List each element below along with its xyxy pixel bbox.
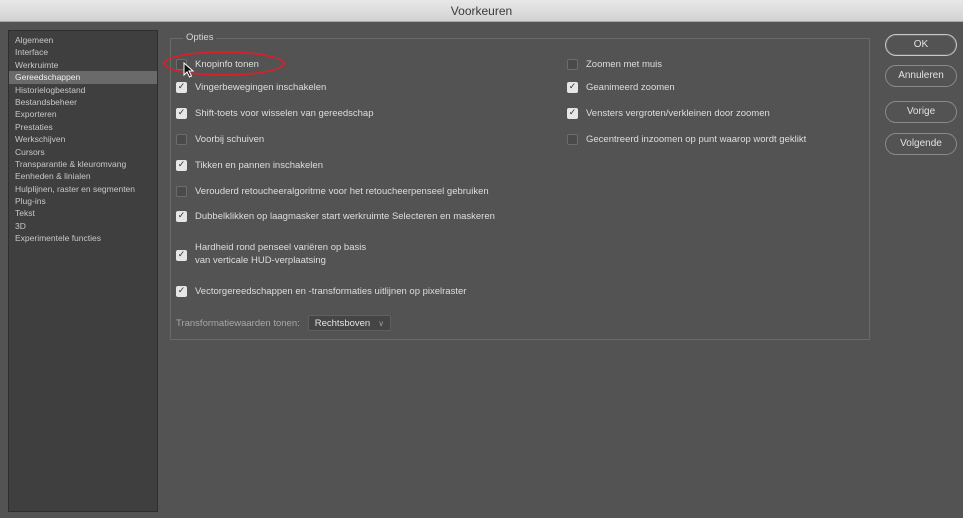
sidebar-item-3d[interactable]: 3D [9,220,157,232]
highlight-ellipse [163,51,285,76]
sidebar-item-interface[interactable]: Interface [9,46,157,58]
chevron-down-icon: ∨ [378,318,385,328]
transform-values-selected: Rechtsboven [314,317,371,329]
sidebar-item-eenheden[interactable]: Eenheden & linialen [9,170,157,182]
checkbox[interactable] [176,133,187,145]
option-tikken-pannen[interactable]: Tikken en pannen inschakelen [176,157,323,173]
option-vensters-vergroten[interactable]: Vensters vergroten/verkleinen door zoome… [567,105,770,121]
checkbox[interactable] [567,81,578,93]
ok-button[interactable]: OK [885,34,957,56]
sidebar-item-gereedschappen[interactable]: Gereedschappen [9,71,157,84]
option-vectorgereedschappen[interactable]: Vectorgereedschappen en -transformaties … [176,283,466,299]
option-voorbij-schuiven[interactable]: Voorbij schuiven [176,131,264,147]
option-label: Vectorgereedschappen en -transformaties … [195,285,467,297]
transform-values-row: Transformatiewaarden tonen: Rechtsboven … [176,315,392,331]
option-shift-toets[interactable]: Shift-toets voor wisselen van gereedscha… [176,105,374,121]
cancel-button[interactable]: Annuleren [885,65,957,87]
transform-values-select[interactable]: Rechtsboven ∨ [307,315,392,331]
sidebar-item-algemeen[interactable]: Algemeen [9,34,157,46]
checkbox[interactable] [176,210,187,222]
checkbox[interactable] [567,58,578,70]
option-zoomen-met-muis[interactable]: Zoomen met muis [567,56,662,72]
option-label-line-2: van verticale HUD-verplaatsing [195,254,326,266]
sidebar-item-plug-ins[interactable]: Plug-ins [9,195,157,207]
checkbox[interactable] [176,285,187,297]
sidebar-item-hulplijnen[interactable]: Hulplijnen, raster en segmenten [9,183,157,195]
option-dubbelklikken-laagmasker[interactable]: Dubbelklikken op laagmasker start werkru… [176,208,495,224]
option-hardheid-penseel[interactable]: Hardheid rond penseel variëren op basis … [176,242,366,272]
option-label: Shift-toets voor wisselen van gereedscha… [195,107,374,119]
option-vingerbewegingen[interactable]: Vingerbewegingen inschakelen [176,79,326,95]
checkbox[interactable] [567,107,578,119]
sidebar-item-werkruimte[interactable]: Werkruimte [9,59,157,71]
option-geanimeerd-zoomen[interactable]: Geanimeerd zoomen [567,79,675,95]
sidebar-item-historielogbestand[interactable]: Historielogbestand [9,84,157,96]
sidebar-item-cursors[interactable]: Cursors [9,146,157,158]
option-label: Vingerbewegingen inschakelen [195,81,327,93]
mouse-pointer-icon [183,62,195,78]
option-label: Zoomen met muis [586,58,663,70]
next-button[interactable]: Volgende [885,133,957,155]
transform-values-label: Transformatiewaarden tonen: [176,317,300,329]
option-label: Gecentreerd inzoomen op punt waarop word… [586,133,807,145]
option-label: Tikken en pannen inschakelen [195,159,323,171]
sidebar-item-transparantie[interactable]: Transparantie & kleuromvang [9,158,157,170]
option-label: Verouderd retoucheeralgoritme voor het r… [195,185,489,197]
option-label-line-1: Hardheid rond penseel variëren op basis [195,242,367,253]
option-label: Geanimeerd zoomen [586,81,675,93]
option-verouderd-retoucheeralgoritme[interactable]: Verouderd retoucheeralgoritme voor het r… [176,183,489,199]
checkbox[interactable] [176,185,187,197]
sidebar-item-werkschijven[interactable]: Werkschijven [9,133,157,145]
checkbox[interactable] [176,250,187,261]
sidebar-item-experimentele-functies[interactable]: Experimentele functies [9,232,157,244]
option-label: Voorbij schuiven [195,133,265,145]
sidebar: Algemeen Interface Werkruimte Gereedscha… [8,30,158,512]
option-label: Dubbelklikken op laagmasker start werkru… [195,210,495,222]
sidebar-item-prestaties[interactable]: Prestaties [9,121,157,133]
checkbox[interactable] [176,159,187,171]
previous-button[interactable]: Vorige [885,101,957,123]
options-group-title: Opties [183,32,217,44]
option-gecentreerd-inzoomen[interactable]: Gecentreerd inzoomen op punt waarop word… [567,131,806,147]
sidebar-item-tekst[interactable]: Tekst [9,207,157,219]
checkbox[interactable] [567,133,578,145]
option-label: Vensters vergroten/verkleinen door zoome… [586,107,770,119]
checkbox[interactable] [176,81,187,93]
window-title: Voorkeuren [0,0,963,22]
sidebar-item-bestandsbeheer[interactable]: Bestandsbeheer [9,96,157,108]
checkbox[interactable] [176,107,187,119]
sidebar-item-exporteren[interactable]: Exporteren [9,108,157,120]
